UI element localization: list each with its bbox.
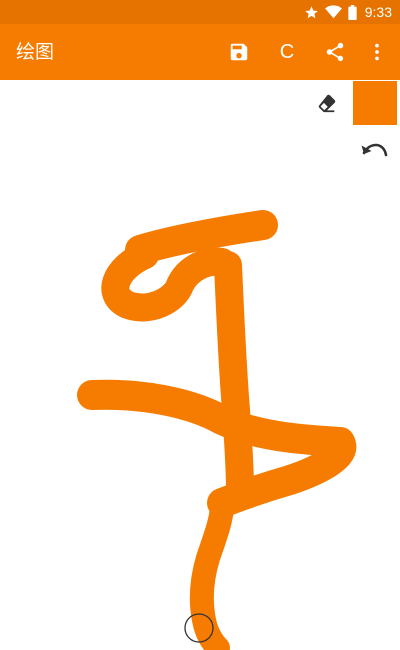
app-bar: 绘图 C bbox=[0, 24, 400, 80]
more-vert-icon bbox=[375, 43, 379, 61]
app-title: 绘图 bbox=[16, 41, 55, 63]
brush-color-swatch[interactable] bbox=[353, 81, 397, 125]
share-button[interactable] bbox=[315, 32, 355, 72]
drawing-canvas[interactable] bbox=[0, 80, 400, 650]
undo-icon bbox=[361, 143, 388, 157]
stroke-top bbox=[125, 210, 278, 265]
eraser-button[interactable] bbox=[310, 86, 344, 120]
stroke-vertical bbox=[214, 251, 254, 504]
save-icon bbox=[230, 43, 248, 61]
share-icon bbox=[326, 42, 344, 62]
clear-label: C bbox=[279, 40, 295, 63]
eraser-icon bbox=[318, 94, 336, 113]
save-button[interactable] bbox=[219, 32, 259, 72]
stroke-horizontal bbox=[77, 379, 357, 518]
wifi-icon bbox=[324, 5, 342, 19]
stroke-tail bbox=[189, 493, 234, 650]
clear-button[interactable]: C bbox=[267, 32, 307, 72]
star-icon bbox=[305, 5, 318, 18]
status-bar: 9:33 bbox=[0, 0, 400, 24]
drawing-strokes bbox=[77, 210, 357, 650]
status-icons: 9:33 bbox=[304, 0, 392, 24]
stroke-top-left bbox=[101, 241, 236, 322]
undo-button[interactable] bbox=[356, 136, 392, 168]
battery-icon bbox=[348, 4, 357, 20]
more-options-button[interactable] bbox=[357, 32, 397, 72]
status-time: 9:33 bbox=[364, 4, 392, 20]
